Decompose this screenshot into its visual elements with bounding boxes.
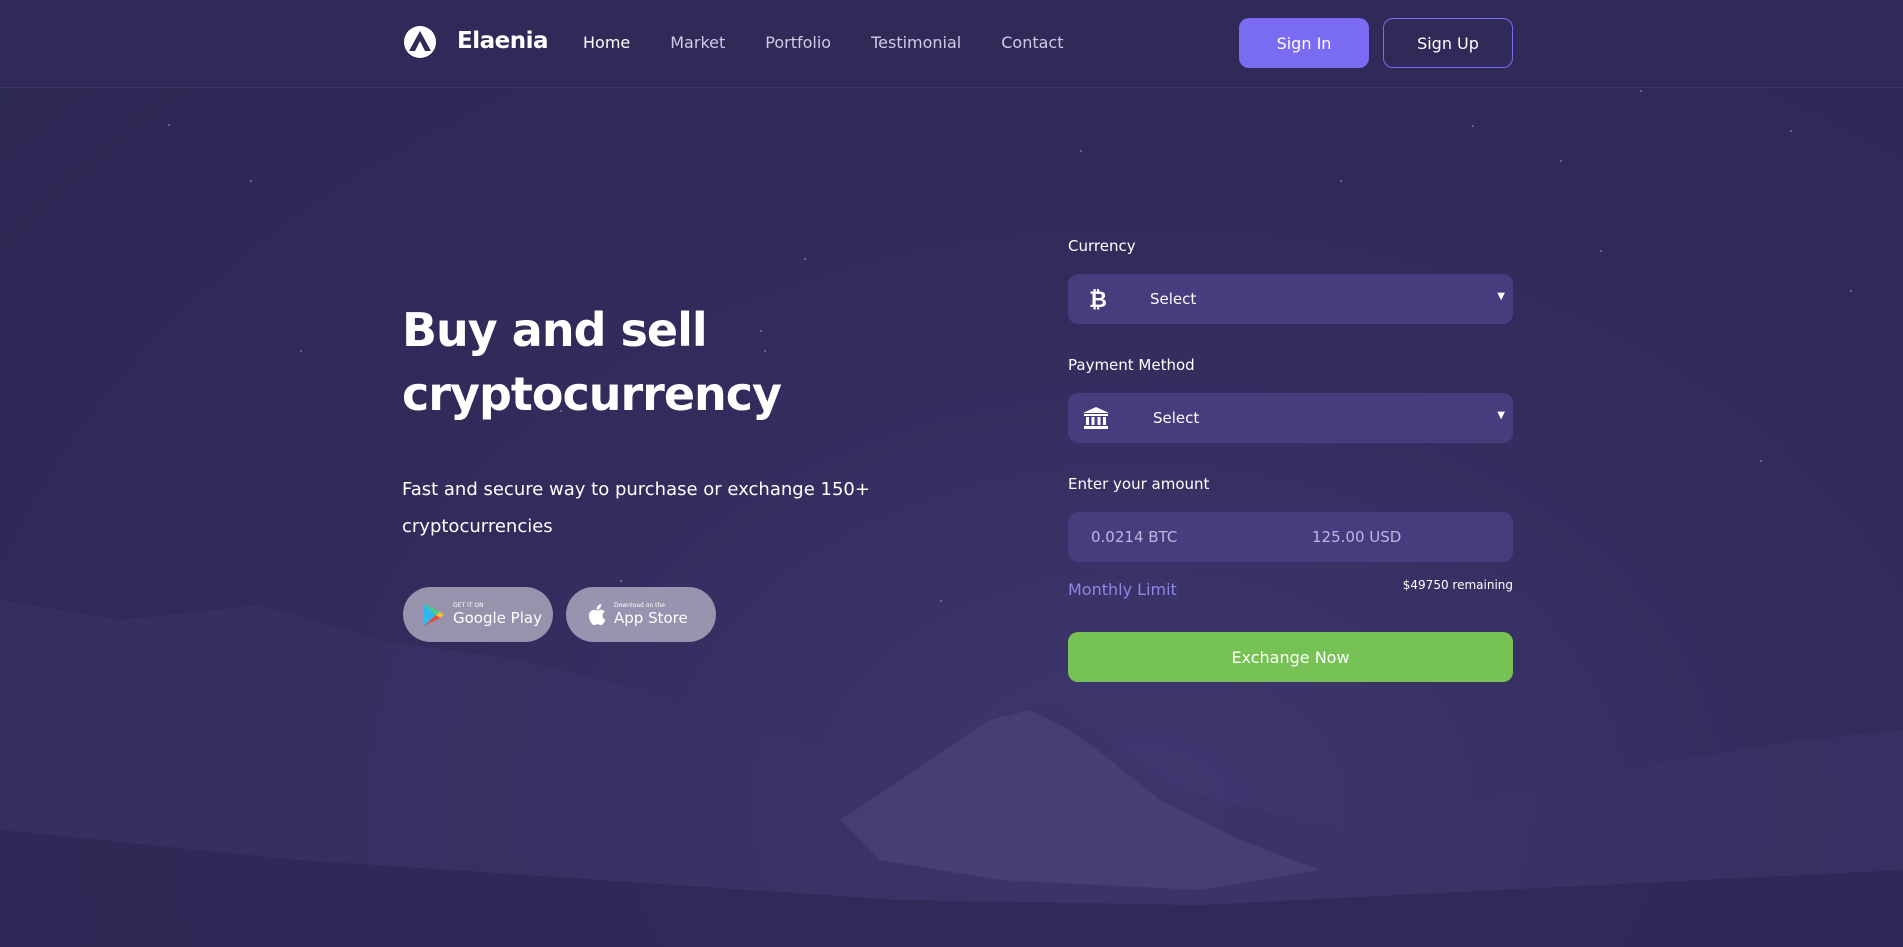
nav-market[interactable]: Market <box>670 33 725 52</box>
amount-label: Enter your amount <box>1068 475 1210 493</box>
sign-in-button[interactable]: Sign In <box>1239 18 1369 68</box>
elaenia-logo-icon[interactable] <box>402 24 438 60</box>
nav-contact[interactable]: Contact <box>1001 33 1063 52</box>
amount-btc-input[interactable]: 0.0214 BTC <box>1091 528 1177 546</box>
currency-select[interactable]: ₿ Select ▼ <box>1068 274 1513 324</box>
google-play-button[interactable]: GET IT ON Google Play <box>403 587 553 642</box>
main-nav: Home Market Portfolio Testimonial Contac… <box>583 33 1104 52</box>
remaining-limit-text: $49750 remaining <box>1402 578 1513 592</box>
google-play-big-text: Google Play <box>453 609 542 627</box>
hero-title-line2: cryptocurrency <box>402 367 782 421</box>
amount-field[interactable]: 0.0214 BTC 125.00 USD <box>1068 512 1513 562</box>
exchange-now-button[interactable]: Exchange Now <box>1068 632 1513 682</box>
hero-title: Buy and sell cryptocurrency <box>402 298 922 426</box>
amount-usd-input[interactable]: 125.00 USD <box>1312 528 1401 546</box>
bitcoin-icon: ₿ <box>1089 288 1107 311</box>
bank-icon <box>1083 407 1109 429</box>
google-play-icon <box>424 603 444 626</box>
app-store-big-text: App Store <box>614 609 688 627</box>
caret-down-icon: ▼ <box>1497 410 1505 421</box>
app-store-button[interactable]: Download on the App Store <box>566 587 716 642</box>
apple-icon <box>588 603 606 625</box>
brand-name[interactable]: Elaenia <box>457 28 549 54</box>
payment-method-select-value: Select <box>1153 409 1200 427</box>
hero-title-line1: Buy and sell <box>402 303 708 357</box>
hero-subtitle-line1: Fast and secure way to purchase or excha… <box>402 479 870 500</box>
svg-text:₿: ₿ <box>1089 288 1107 311</box>
payment-method-select[interactable]: Select ▼ <box>1068 393 1513 443</box>
sign-up-button[interactable]: Sign Up <box>1383 18 1513 68</box>
nav-testimonial[interactable]: Testimonial <box>871 33 961 52</box>
currency-select-value: Select <box>1150 290 1197 308</box>
hero-subtitle: Fast and secure way to purchase or excha… <box>402 471 882 545</box>
payment-method-label: Payment Method <box>1068 356 1195 374</box>
top-nav-bar: Elaenia Home Market Portfolio Testimonia… <box>0 0 1903 88</box>
currency-label: Currency <box>1068 237 1136 255</box>
nav-portfolio[interactable]: Portfolio <box>765 33 831 52</box>
nav-home[interactable]: Home <box>583 33 630 52</box>
hero-subtitle-line2: cryptocurrencies <box>402 516 553 537</box>
caret-down-icon: ▼ <box>1497 291 1505 302</box>
monthly-limit-label: Monthly Limit <box>1068 580 1177 599</box>
mountain-background <box>0 600 1903 947</box>
